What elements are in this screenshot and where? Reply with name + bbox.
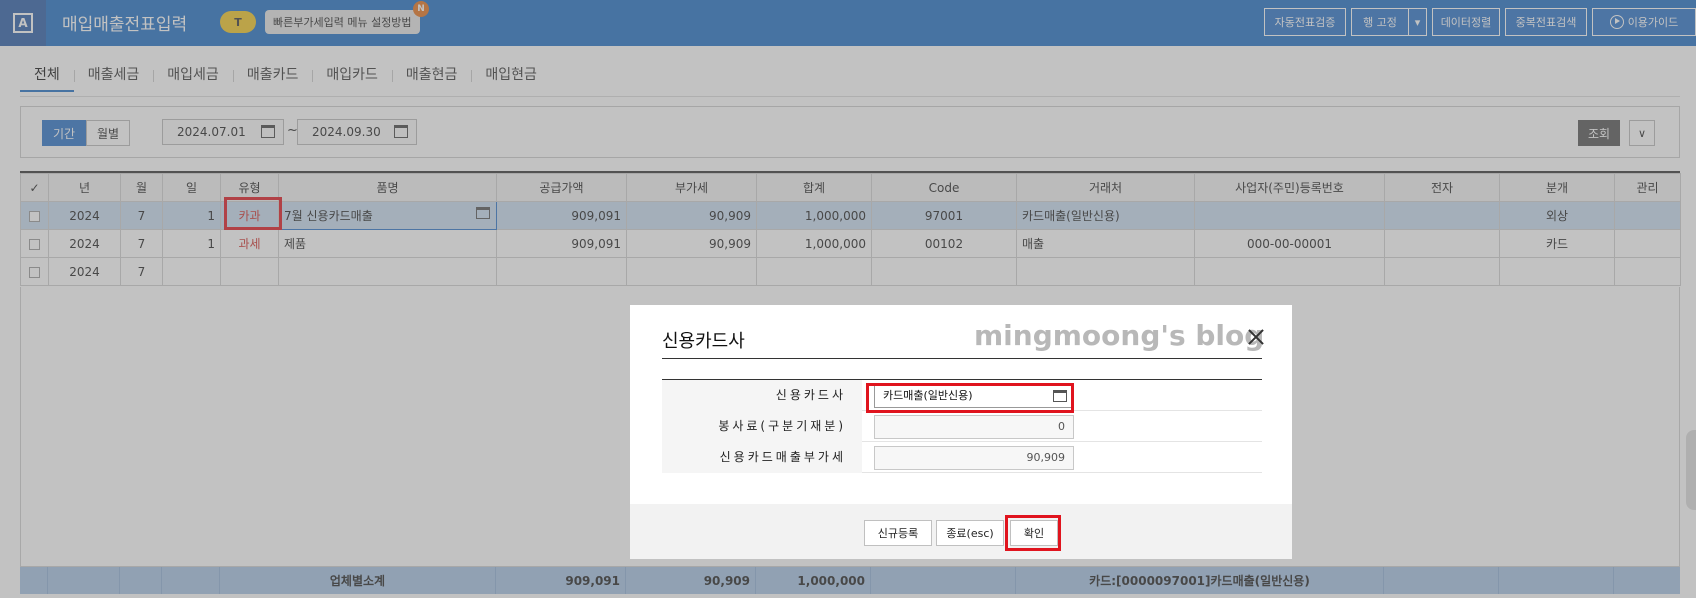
service-fee-input[interactable]: 0	[874, 415, 1074, 439]
dialog-footer: 신규등록 종료(esc) 확인	[630, 504, 1292, 559]
field-card-vat: 신용카드매출부가세 90,909	[662, 442, 1262, 473]
field-label: 신용카드매출부가세	[662, 442, 862, 473]
close-esc-button[interactable]: 종료(esc)	[936, 520, 1004, 546]
field-service-fee: 봉사료(구분기재분) 0	[662, 411, 1262, 442]
new-register-button[interactable]: 신규등록	[864, 520, 932, 546]
highlight-confirm	[1005, 515, 1061, 551]
card-vat-input[interactable]: 90,909	[874, 446, 1074, 470]
field-label: 신용카드사	[662, 380, 862, 411]
blog-watermark: mingmoong's blog	[974, 319, 1265, 352]
dialog-title: 신용카드사	[662, 331, 745, 352]
close-icon[interactable]	[1246, 327, 1266, 347]
title-divider	[662, 358, 1262, 359]
credit-card-dialog: 신용카드사 mingmoong's blog 신용카드사 카드매출(일반신용) …	[630, 305, 1292, 559]
field-label: 봉사료(구분기재분)	[662, 411, 862, 442]
highlight-card-company	[866, 383, 1074, 413]
